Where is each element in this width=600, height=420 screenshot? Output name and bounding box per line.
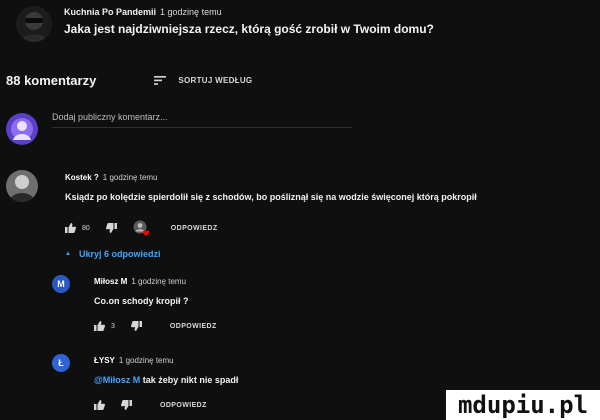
- thumbs-up-icon: [65, 223, 76, 233]
- dislike-button[interactable]: [121, 400, 132, 410]
- reply-actions: 3 ODPOWIEDZ: [94, 321, 217, 331]
- dislike-button[interactable]: [130, 321, 142, 331]
- reply-author-avatar[interactable]: Ł: [52, 354, 70, 372]
- thumbs-down-icon: [121, 400, 132, 410]
- comment-time[interactable]: 1 godzinę temu: [103, 173, 158, 182]
- like-button[interactable]: [65, 223, 76, 233]
- comment-author[interactable]: Kostek ?: [65, 173, 99, 182]
- reply-button[interactable]: ODPOWIEDZ: [170, 323, 217, 330]
- sort-label: SORTUJ WEDŁUG: [178, 76, 253, 85]
- svg-text:mdupiu.pl: mdupiu.pl: [458, 392, 588, 418]
- sort-icon: [154, 76, 167, 85]
- creator-heart-icon: [133, 220, 150, 236]
- add-comment-input[interactable]: Dodaj publiczny komentarz...: [52, 112, 352, 128]
- channel-avatar[interactable]: [16, 6, 52, 42]
- comment-author-avatar[interactable]: [6, 170, 38, 202]
- reply-time[interactable]: 1 godzinę temu: [119, 356, 174, 365]
- caret-up-icon: ▲: [65, 251, 71, 257]
- like-count: 3: [111, 322, 115, 330]
- thumbs-up-icon: [94, 400, 105, 410]
- reply-button[interactable]: ODPOWIEDZ: [171, 225, 218, 232]
- creator-heart-badge: [133, 220, 151, 236]
- channel-name[interactable]: Kuchnia Po Pandemii: [64, 7, 156, 17]
- watermark-logo: mdupiu.pl: [446, 390, 600, 420]
- like-button[interactable]: [94, 321, 105, 331]
- reply-text: @Miłosz M tak żeby nikt nie spadł: [94, 375, 238, 385]
- reply-actions: ODPOWIEDZ: [94, 400, 207, 410]
- thumbs-down-icon: [130, 321, 142, 331]
- dislike-button[interactable]: [105, 223, 117, 233]
- reply-header: ŁYSY 1 godzinę temu: [94, 356, 174, 365]
- post-meta: Kuchnia Po Pandemii 1 godzinę temu: [64, 7, 222, 17]
- avatar-letter: Ł: [58, 358, 64, 368]
- thumbs-up-icon: [94, 321, 105, 331]
- like-button[interactable]: [94, 400, 105, 410]
- comment-actions: 80 ODPOWIEDZ: [65, 220, 218, 236]
- reply-button[interactable]: ODPOWIEDZ: [160, 402, 207, 409]
- post-time[interactable]: 1 godzinę temu: [160, 7, 222, 17]
- reply-text: Co.on schody kropił ?: [94, 296, 189, 306]
- comment-text: Ksiądz po kolędzie spierdolił się z scho…: [65, 192, 477, 202]
- reply-author[interactable]: Miłosz M: [94, 277, 127, 286]
- sort-button[interactable]: SORTUJ WEDŁUG: [154, 76, 252, 85]
- avatar-letter: M: [57, 279, 65, 289]
- post-text: Jaka jest najdziwniejsza rzecz, którą go…: [64, 22, 434, 36]
- comments-header: 88 komentarzy SORTUJ WEDŁUG: [6, 73, 252, 88]
- hide-replies-label: Ukryj 6 odpowiedzi: [78, 249, 161, 259]
- comment-header: Kostek ? 1 godzinę temu: [65, 173, 158, 182]
- reply-time[interactable]: 1 godzinę temu: [131, 277, 186, 286]
- reply-body: tak żeby nikt nie spadł: [142, 375, 239, 385]
- hide-replies-button[interactable]: ▲ Ukryj 6 odpowiedzi: [65, 249, 160, 259]
- reply-author-avatar[interactable]: M: [52, 275, 70, 293]
- thumbs-down-icon: [105, 223, 117, 233]
- mention-link[interactable]: @Miłosz M: [94, 375, 140, 385]
- user-avatar[interactable]: [6, 113, 38, 145]
- reply-header: Miłosz M 1 godzinę temu: [94, 277, 186, 286]
- reply-author[interactable]: ŁYSY: [94, 356, 115, 365]
- comments-count: 88 komentarzy: [6, 73, 97, 88]
- like-count: 80: [82, 224, 90, 232]
